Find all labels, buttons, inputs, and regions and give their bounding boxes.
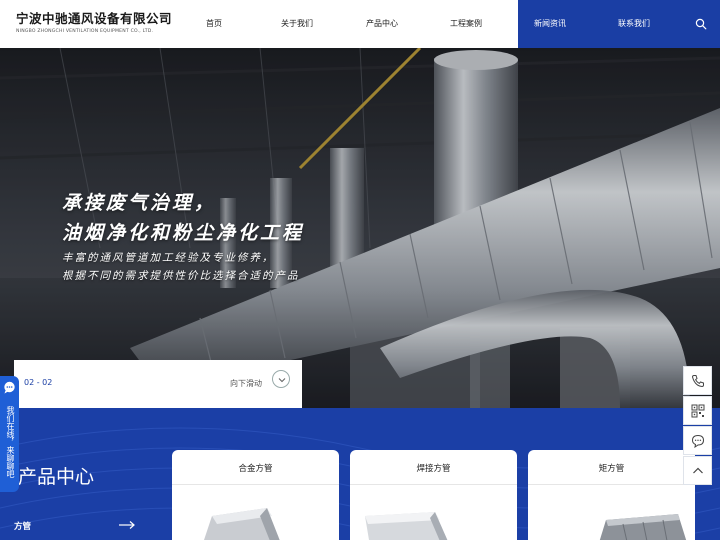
- site-header: 宁波中驰通风设备有限公司 NINGBO ZHONGCHI VENTILATION…: [0, 0, 720, 48]
- product-image: [204, 508, 280, 540]
- chat-bubble-icon: [4, 381, 15, 394]
- arrow-right-icon[interactable]: [118, 520, 136, 530]
- floating-toolbar: [683, 366, 712, 485]
- product-card-title: 合金方管: [238, 464, 273, 474]
- company-logo[interactable]: 宁波中驰通风设备有限公司 NINGBO ZHONGCHI VENTILATION…: [16, 8, 172, 34]
- card-divider: [528, 484, 695, 485]
- phone-button[interactable]: [683, 366, 712, 395]
- slide-control-bar: 02 - 02 向下滑动: [14, 360, 302, 408]
- nav-item-news[interactable]: 新闻资讯: [526, 0, 574, 48]
- online-chat-label: 我们在线，来聊聊吧: [6, 406, 15, 478]
- chevron-up-icon: [693, 467, 703, 474]
- scroll-down-label: 向下滑动: [230, 379, 262, 388]
- hero-subtitle-line-2: 根据不同的需求提供性价比选择合适的产品: [62, 270, 300, 282]
- product-image: [365, 512, 448, 540]
- product-card[interactable]: 矩方管: [528, 450, 695, 540]
- scroll-down-button[interactable]: [272, 370, 290, 388]
- nav-item-cases[interactable]: 工程案例: [442, 0, 490, 48]
- product-image: [599, 514, 687, 540]
- category-label[interactable]: 方管: [14, 520, 31, 532]
- product-card[interactable]: 焊接方管: [350, 450, 517, 540]
- nav-item-products[interactable]: 产品中心: [358, 0, 406, 48]
- page: 宁波中驰通风设备有限公司 NINGBO ZHONGCHI VENTILATION…: [0, 0, 720, 540]
- message-icon: [691, 434, 705, 448]
- card-divider: [350, 484, 517, 485]
- product-card-title: 矩方管: [598, 464, 625, 474]
- qrcode-button[interactable]: [683, 396, 712, 425]
- hero-subtitle-line-1: 丰富的通风管道加工经验及专业修养，: [62, 252, 275, 264]
- slide-counter: 02 - 02: [24, 378, 53, 387]
- phone-icon: [691, 375, 704, 388]
- company-name-en: NINGBO ZHONGCHI VENTILATION EQUIPMENT CO…: [16, 29, 154, 34]
- hero-title-line-2: 油烟净化和粉尘净化工程: [62, 222, 305, 244]
- back-to-top-button[interactable]: [683, 456, 712, 485]
- nav-item-contact[interactable]: 联系我们: [610, 0, 658, 48]
- qrcode-icon: [691, 404, 705, 418]
- message-button[interactable]: [683, 426, 712, 455]
- nav-item-home[interactable]: 首页: [195, 0, 233, 48]
- product-card-title: 焊接方管: [416, 464, 451, 474]
- chevron-down-icon: [278, 378, 286, 383]
- search-icon[interactable]: [695, 18, 707, 30]
- card-divider: [172, 484, 339, 485]
- section-title: 产品中心: [18, 466, 95, 488]
- company-name-cn: 宁波中驰通风设备有限公司: [16, 11, 173, 26]
- hero-banner: 承接废气治理， 油烟净化和粉尘净化工程 丰富的通风管道加工经验及专业修养， 根据…: [0, 48, 720, 408]
- nav-item-about[interactable]: 关于我们: [273, 0, 321, 48]
- product-card[interactable]: 合金方管: [172, 450, 339, 540]
- hero-title-line-1: 承接废气治理，: [62, 192, 217, 214]
- online-chat-tab[interactable]: 我们在线，来聊聊吧: [0, 376, 19, 492]
